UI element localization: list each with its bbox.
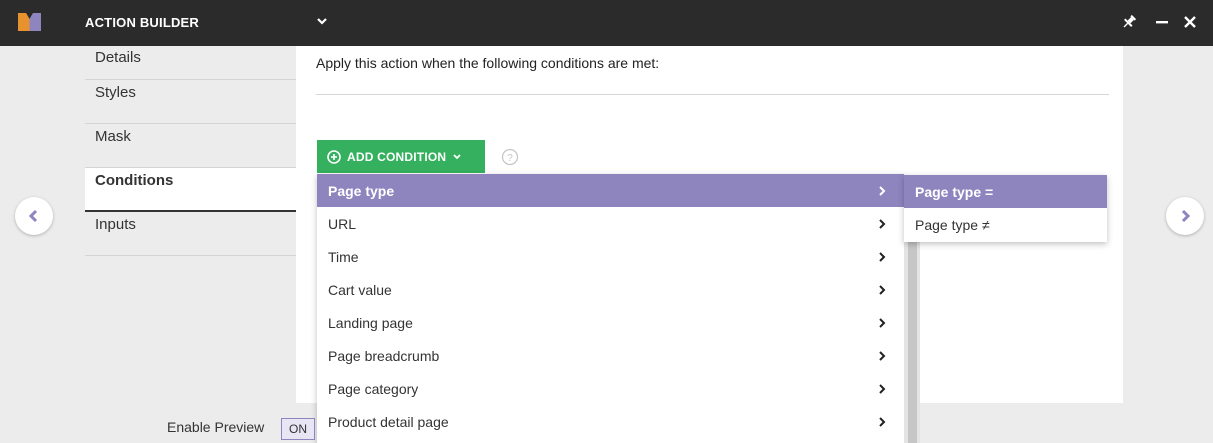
dropdown-item-cart-value[interactable]: Cart value	[317, 273, 904, 306]
chevron-right-icon	[879, 384, 886, 394]
window-title: ACTION BUILDER	[85, 15, 200, 30]
brand-logo	[18, 13, 41, 31]
chevron-right-icon	[879, 219, 886, 229]
chevron-right-icon	[879, 318, 886, 328]
previous-button[interactable]	[15, 197, 53, 235]
title-bar: ACTION BUILDER	[0, 0, 1213, 46]
svg-text:?: ?	[507, 153, 513, 164]
dropdown-item-time[interactable]: Time	[317, 240, 904, 273]
chevron-left-icon	[28, 209, 38, 223]
divider	[316, 94, 1109, 95]
sidebar: Details Styles Mask Conditions Inputs	[85, 46, 296, 256]
chevron-down-icon	[453, 153, 461, 159]
chevron-right-icon	[879, 252, 886, 262]
add-condition-label: ADD CONDITION	[347, 149, 447, 164]
submenu-item-page-type-not-equals[interactable]: Page type ≠	[904, 208, 1107, 241]
help-icon[interactable]: ?	[501, 148, 519, 166]
chevron-right-icon	[879, 351, 886, 361]
chevron-right-icon	[1181, 209, 1191, 223]
minimize-icon[interactable]	[1152, 12, 1172, 32]
sidebar-item-conditions[interactable]: Conditions	[85, 168, 296, 212]
dropdown-item-url[interactable]: URL	[317, 207, 904, 240]
enable-preview-label: Enable Preview	[167, 419, 265, 435]
dropdown-item-landing-page[interactable]: Landing page	[317, 306, 904, 339]
dropdown-item-page-category[interactable]: Page category	[317, 372, 904, 405]
page-type-submenu: Page type = Page type ≠	[904, 175, 1107, 242]
sidebar-item-details[interactable]: Details	[85, 46, 296, 80]
next-button[interactable]	[1166, 197, 1204, 235]
close-icon[interactable]	[1180, 12, 1200, 32]
sidebar-item-inputs[interactable]: Inputs	[85, 212, 296, 256]
dropdown-item-page-type[interactable]: Page type	[317, 174, 904, 207]
plus-circle-icon	[327, 149, 341, 164]
preview-toggle[interactable]: ON	[281, 418, 315, 440]
sidebar-item-mask[interactable]: Mask	[85, 124, 296, 168]
dropdown-item-page-breadcrumb[interactable]: Page breadcrumb	[317, 339, 904, 372]
submenu-item-page-type-equals[interactable]: Page type =	[904, 175, 1107, 208]
dropdown-item-product-detail-page[interactable]: Product detail page	[317, 405, 904, 438]
chevron-right-icon	[879, 186, 886, 196]
condition-dropdown: Page type URL Time Cart value Landing pa…	[317, 174, 904, 443]
chevron-right-icon	[879, 417, 886, 427]
dropdown-scrollbar-thumb[interactable]	[908, 207, 917, 443]
add-condition-button[interactable]: ADD CONDITION	[317, 140, 485, 173]
sidebar-item-styles[interactable]: Styles	[85, 80, 296, 124]
chevron-right-icon	[879, 285, 886, 295]
pin-icon[interactable]	[1119, 12, 1139, 32]
conditions-heading: Apply this action when the following con…	[316, 55, 660, 71]
chevron-down-icon[interactable]	[315, 14, 329, 28]
